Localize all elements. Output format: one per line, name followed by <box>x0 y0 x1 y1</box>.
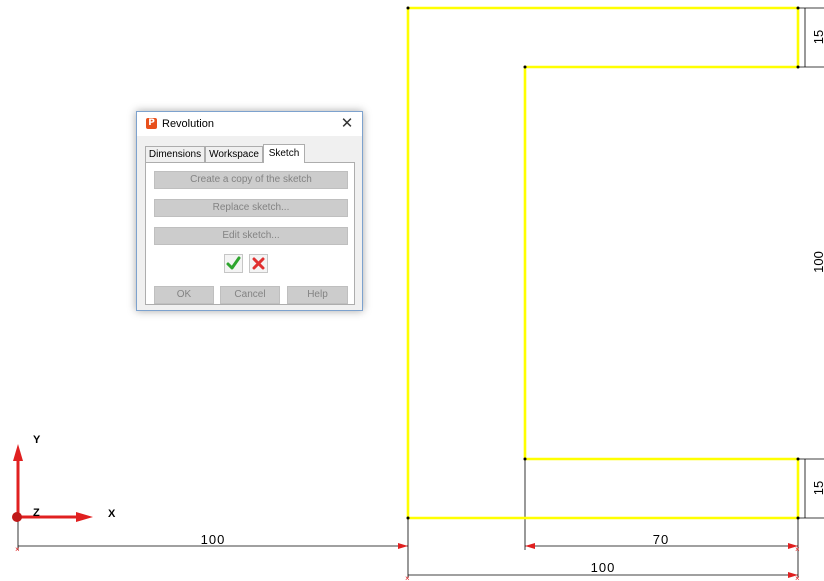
tab-workspace[interactable]: Workspace <box>205 146 263 162</box>
sketch-canvas[interactable]: × × × × 15 100 15 100 70 100 Y Z X <box>0 0 824 581</box>
point-markers: × × × × <box>15 545 800 581</box>
dim-origin-offset[interactable]: 100 <box>201 532 226 547</box>
accept-button[interactable] <box>224 254 243 273</box>
y-axis-label: Y <box>33 434 41 446</box>
checkmark-icon <box>226 256 241 270</box>
ok-button[interactable]: OK <box>154 286 214 304</box>
profile-vertices <box>406 6 800 520</box>
y-axis-arrow-icon <box>13 444 23 461</box>
dialog-titlebar[interactable]: P Revolution ✕ <box>137 112 362 136</box>
tab-dimensions[interactable]: Dimensions <box>145 146 205 162</box>
svg-text:×: × <box>795 574 800 581</box>
reject-button[interactable] <box>249 254 268 273</box>
cancel-button[interactable]: Cancel <box>220 286 280 304</box>
dim-top-thickness[interactable]: 15 <box>811 30 824 44</box>
help-button[interactable]: Help <box>287 286 348 304</box>
x-axis-arrow-icon <box>76 512 93 522</box>
z-axis-label: Z <box>33 507 40 519</box>
sketch-profile[interactable] <box>406 6 800 520</box>
dim-height[interactable]: 100 <box>811 251 824 273</box>
edit-sketch-button[interactable]: Edit sketch... <box>154 227 348 245</box>
replace-sketch-button[interactable]: Replace sketch... <box>154 199 348 217</box>
svg-text:×: × <box>405 574 410 581</box>
cross-icon <box>252 257 265 270</box>
z-axis-dot-icon <box>12 512 22 522</box>
x-axis-label: X <box>108 508 116 520</box>
sketch-tab-panel: Create a copy of the sketch Replace sket… <box>145 162 355 305</box>
close-icon[interactable]: ✕ <box>340 115 354 131</box>
dim-outer-width[interactable]: 100 <box>591 560 616 575</box>
create-copy-button[interactable]: Create a copy of the sketch <box>154 171 348 189</box>
svg-text:×: × <box>15 545 20 554</box>
workplane-axes <box>12 444 93 522</box>
dim-inner-width[interactable]: 70 <box>653 532 669 547</box>
app-logo-icon: P <box>146 118 157 129</box>
revolution-dialog: P Revolution ✕ Dimensions Workspace Sket… <box>136 111 363 311</box>
svg-text:×: × <box>795 545 800 554</box>
tab-sketch[interactable]: Sketch <box>263 144 305 163</box>
dim-bottom-thickness[interactable]: 15 <box>811 481 824 495</box>
dialog-title: Revolution <box>162 118 214 130</box>
